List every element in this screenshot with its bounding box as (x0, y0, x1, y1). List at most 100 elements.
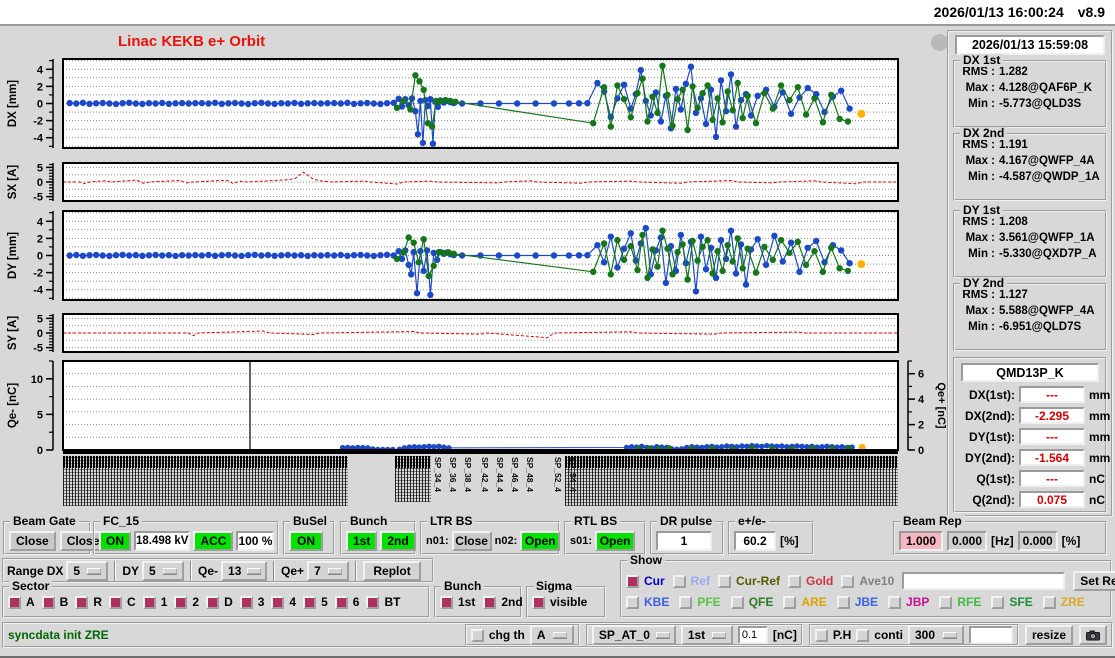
checkbox[interactable] (991, 595, 1005, 609)
sector-check-r[interactable]: R (75, 595, 102, 609)
checkbox[interactable] (174, 595, 188, 609)
checkbox[interactable] (142, 595, 156, 609)
checkbox[interactable] (841, 574, 855, 588)
threshold-mode-select[interactable]: A (529, 625, 574, 645)
checkbox[interactable] (109, 595, 123, 609)
stat-max-label: Max : (965, 82, 995, 94)
checkbox[interactable] (626, 595, 639, 609)
bunch-check-1st[interactable]: 1st (440, 595, 475, 609)
plot-area (63, 361, 898, 450)
checkbox[interactable] (718, 574, 732, 588)
checkbox[interactable] (730, 595, 744, 609)
range-dy-select[interactable]: 5 (142, 561, 185, 581)
fc15-acc-button[interactable]: ACC (193, 531, 234, 551)
sector-check-5[interactable]: 5 (303, 595, 328, 609)
checkbox[interactable] (483, 595, 497, 609)
dr-pulse-field[interactable]: 1 (656, 531, 712, 551)
show-check-jbe[interactable]: JBE (836, 595, 878, 609)
bunch-2nd-button[interactable]: 2nd (380, 531, 416, 551)
show-check-kbe[interactable]: KBE (626, 595, 669, 609)
bunch-check-2nd[interactable]: 2nd (483, 595, 523, 609)
checkbox[interactable] (41, 595, 55, 609)
checkbox[interactable] (206, 595, 220, 609)
show-check-rfe[interactable]: RFE (939, 595, 981, 609)
beam-rep-set-field[interactable]: 1.000 (899, 531, 943, 551)
stat-max-label: Max : (965, 305, 995, 317)
sector-check-bt[interactable]: BT (366, 595, 400, 609)
stat-rms-value: 1.191 (999, 139, 1028, 151)
show-check-cur-ref[interactable]: Cur-Ref (718, 574, 780, 588)
checkbox[interactable] (1042, 595, 1056, 609)
sector-check-a[interactable]: A (8, 595, 35, 609)
checkbox[interactable] (75, 595, 89, 609)
bunch-select-title: Bunch (441, 580, 485, 593)
sector-check-d[interactable]: D (206, 595, 233, 609)
stat-max-row: Max : 4.167@QWFP_4A (959, 155, 1105, 167)
checkbox[interactable] (836, 595, 850, 609)
extra-input[interactable] (968, 626, 1013, 644)
navg-select[interactable]: 300 (907, 625, 964, 645)
sigma-check-visible[interactable]: visible (532, 595, 587, 609)
show-check-gold[interactable]: Gold (788, 574, 833, 588)
show-check-jbp[interactable]: JBP (888, 595, 929, 609)
qmd-row: DX(2nd): -2.295 mm (957, 405, 1110, 426)
conti-checkbox[interactable] (856, 628, 870, 642)
checkbox-label: 2nd (501, 595, 523, 609)
stat-rms-row: RMS : 1.282 (959, 66, 1105, 78)
sector-check-c[interactable]: C (109, 595, 136, 609)
threshold-value-input[interactable] (737, 626, 768, 644)
checkbox[interactable] (788, 574, 802, 588)
sector-check-6[interactable]: 6 (334, 595, 359, 609)
eratio-field[interactable]: 60.2 (734, 531, 776, 551)
sector-check-2[interactable]: 2 (174, 595, 199, 609)
checkbox[interactable] (626, 574, 639, 588)
ref-file-input[interactable] (902, 572, 1066, 590)
beam-gate-close-1-button[interactable]: Close (9, 531, 56, 551)
show-check-sfe[interactable]: SFE (991, 595, 1033, 609)
checkbox[interactable] (271, 595, 285, 609)
checkbox[interactable] (532, 595, 545, 609)
checkbox[interactable] (239, 595, 253, 609)
sector-check-b[interactable]: B (41, 595, 68, 609)
show-check-zre[interactable]: ZRE (1042, 595, 1085, 609)
chg-th-checkbox[interactable] (470, 628, 484, 642)
busel-on-button[interactable]: ON (289, 531, 323, 551)
show-check-are[interactable]: ARE (783, 595, 827, 609)
show-check-ave10[interactable]: Ave10 (841, 574, 894, 588)
fc15-percent-field[interactable]: 100 % (236, 531, 275, 551)
replot-button[interactable]: Replot (363, 561, 422, 581)
ltr-n01-close-button[interactable]: Close (451, 531, 492, 551)
bunch-1st-button[interactable]: 1st (346, 531, 378, 551)
range-qem-select[interactable]: 13 (221, 561, 268, 581)
show-check-cur[interactable]: Cur (626, 574, 665, 588)
resize-button[interactable]: resize (1024, 625, 1073, 645)
checkbox[interactable] (440, 595, 453, 609)
sp-at-select[interactable]: SP_AT_0 (591, 625, 676, 645)
fc15-on-button[interactable]: ON (99, 531, 131, 551)
checkbox[interactable] (672, 574, 686, 588)
checkbox[interactable] (366, 595, 380, 609)
checkbox[interactable] (679, 595, 693, 609)
ph-checkbox[interactable] (814, 628, 828, 642)
sector-check-1[interactable]: 1 (142, 595, 167, 609)
show-check-qfe[interactable]: QFE (730, 595, 773, 609)
checkbox[interactable] (888, 595, 902, 609)
sector-check-3[interactable]: 3 (239, 595, 264, 609)
rtl-s01-open-button[interactable]: Open (595, 531, 636, 551)
checkbox[interactable] (334, 595, 348, 609)
show-check-pfe[interactable]: PFE (679, 595, 721, 609)
checkbox[interactable] (8, 595, 21, 609)
checkbox[interactable] (303, 595, 317, 609)
range-dx-select[interactable]: 5 (66, 561, 109, 581)
qmd-row-label: Q(2nd): (972, 492, 1015, 507)
range-qep-select[interactable]: 7 (307, 561, 350, 581)
sector-check-4[interactable]: 4 (271, 595, 296, 609)
set-ref-button[interactable]: Set Ref (1073, 571, 1115, 591)
show-check-ref[interactable]: Ref (672, 574, 710, 588)
fc15-kv-field[interactable]: 18.498 kV (134, 531, 191, 551)
checkbox[interactable] (939, 595, 953, 609)
ltr-n02-open-button[interactable]: Open (520, 531, 561, 551)
checkbox[interactable] (783, 595, 797, 609)
screenshot-button[interactable] (1079, 625, 1107, 645)
bunch-order-select[interactable]: 1st (680, 625, 733, 645)
